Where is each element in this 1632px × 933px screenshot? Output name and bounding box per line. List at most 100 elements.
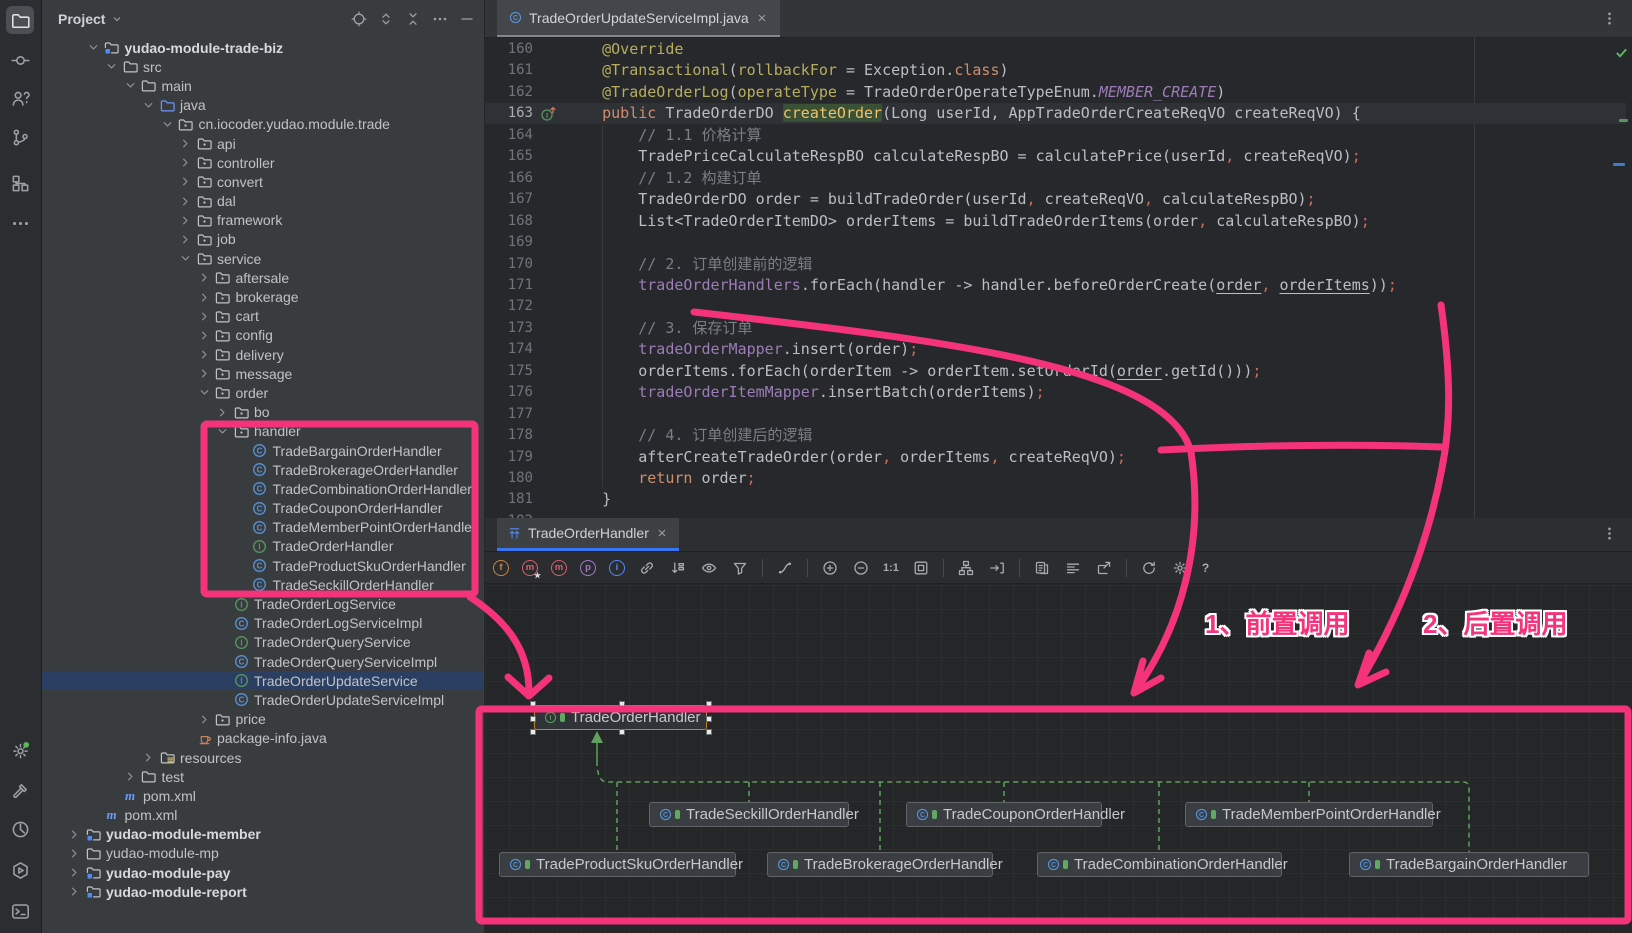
toolbar-filter-button[interactable]: [731, 559, 749, 577]
tree-item-bo[interactable]: bo: [42, 403, 484, 422]
activity-build-button[interactable]: [6, 776, 34, 804]
chevron-expanded-icon[interactable]: [139, 97, 158, 113]
tree-item-TradeCouponOrderHandler[interactable]: CTradeCouponOrderHandler: [42, 499, 484, 518]
tree-item-TradeBrokerageOrderHandler[interactable]: CTradeBrokerageOrderHandler: [42, 460, 484, 479]
header-collapse-all-button[interactable]: [404, 10, 422, 28]
line-number[interactable]: 164: [485, 125, 533, 146]
activity-settings-button[interactable]: [6, 736, 34, 764]
header-more-button[interactable]: [431, 10, 449, 28]
selection-handle[interactable]: [619, 701, 625, 707]
chevron-collapsed-icon[interactable]: [176, 231, 195, 247]
tree-item-framework[interactable]: framework: [42, 211, 484, 230]
toolbar-show-constructors-button[interactable]: m★: [522, 560, 538, 576]
line-number[interactable]: 171: [485, 275, 533, 296]
toolbar-copy-button[interactable]: [1033, 559, 1051, 577]
tree-item-TradeOrderUpdateService[interactable]: ITradeOrderUpdateService: [42, 671, 484, 690]
chevron-collapsed-icon[interactable]: [195, 327, 214, 343]
selection-handle[interactable]: [530, 729, 536, 735]
tree-item-yudao-module-mp[interactable]: yudao-module-mp: [42, 844, 484, 863]
toolbar-edge-button[interactable]: [776, 559, 794, 577]
chevron-collapsed-icon[interactable]: [176, 212, 195, 228]
line-number[interactable]: 168: [485, 211, 533, 232]
tree-item-TradeOrderQueryService[interactable]: ITradeOrderQueryService: [42, 633, 484, 652]
tree-item-yudao-module-trade-biz[interactable]: yudao-module-trade-biz: [42, 38, 484, 57]
toolbar-show-inner-classes-button[interactable]: i: [609, 560, 625, 576]
tree-item-job[interactable]: job: [42, 230, 484, 249]
tree-item-TradeMemberPointOrderHandler[interactable]: CTradeMemberPointOrderHandler: [42, 518, 484, 537]
diagram-canvas[interactable]: ITradeOrderHandler CTradeSeckillOrderHand…: [485, 585, 1632, 933]
activity-profiler-button[interactable]: [6, 815, 34, 843]
selection-handle[interactable]: [706, 729, 712, 735]
line-number[interactable]: 173: [485, 318, 533, 339]
tree-item-package-info.java[interactable]: package-info.java: [42, 729, 484, 748]
chevron-collapsed-icon[interactable]: [195, 711, 214, 727]
code-area[interactable]: 160 @Override161 @Transactional(rollback…: [485, 37, 1632, 518]
line-number[interactable]: 167: [485, 189, 533, 210]
tree-item-controller[interactable]: controller: [42, 153, 484, 172]
toolbar-help-button[interactable]: ?: [1202, 559, 1209, 577]
tree-item-TradeOrderLogServiceImpl[interactable]: CTradeOrderLogServiceImpl: [42, 614, 484, 633]
chevron-collapsed-icon[interactable]: [176, 136, 195, 152]
activity-project-button[interactable]: [6, 6, 34, 34]
toolbar-refresh-button[interactable]: [1140, 559, 1158, 577]
activity-more-button[interactable]: [6, 209, 34, 237]
chevron-collapsed-icon[interactable]: [65, 865, 84, 881]
tree-item-pom.xml[interactable]: mpom.xml: [42, 786, 484, 805]
chevron-collapsed-icon[interactable]: [176, 174, 195, 190]
diagram-node-TradeSeckillOrderHandler[interactable]: CTradeSeckillOrderHandler: [649, 802, 849, 827]
toolbar-apply-button[interactable]: [988, 559, 1006, 577]
tree-item-price[interactable]: price: [42, 710, 484, 729]
line-number[interactable]: 182: [485, 511, 533, 518]
diagram-node-TradeBargainOrderHandler[interactable]: CTradeBargainOrderHandler: [1349, 852, 1589, 877]
activity-structure-button[interactable]: [6, 169, 34, 197]
chevron-collapsed-icon[interactable]: [195, 289, 214, 305]
close-icon[interactable]: [656, 527, 668, 539]
tree-item-cart[interactable]: cart: [42, 307, 484, 326]
line-number[interactable]: 179: [485, 447, 533, 468]
toolbar-one-one-button[interactable]: 1:1: [883, 559, 899, 577]
diagram-node-TradeMemberPointOrderHandler[interactable]: CTradeMemberPointOrderHandler: [1185, 802, 1433, 827]
diagram-tab[interactable]: TradeOrderHandler: [497, 518, 679, 551]
tree-item-api[interactable]: api: [42, 134, 484, 153]
toolbar-zoom-in-button[interactable]: [821, 559, 839, 577]
chevron-collapsed-icon[interactable]: [195, 366, 214, 382]
line-number[interactable]: 166: [485, 168, 533, 189]
chevron-collapsed-icon[interactable]: [195, 347, 214, 363]
toolbar-show-fields-button[interactable]: f: [493, 560, 509, 576]
chevron-collapsed-icon[interactable]: [65, 845, 84, 861]
diagram-node-TradeCouponOrderHandler[interactable]: CTradeCouponOrderHandler: [906, 802, 1102, 827]
header-hide-button[interactable]: [458, 10, 476, 28]
toolbar-org-button[interactable]: [957, 559, 975, 577]
toolbar-sort-button[interactable]: [669, 559, 687, 577]
tree-item-TradeOrderHandler[interactable]: ITradeOrderHandler: [42, 537, 484, 556]
toolbar-gear-button[interactable]: [1171, 559, 1189, 577]
diagram-node-TradeOrderHandler[interactable]: ITradeOrderHandler: [534, 705, 707, 730]
toolbar-zoom-out-button[interactable]: [852, 559, 870, 577]
chevron-down-icon[interactable]: [111, 13, 123, 25]
chevron-collapsed-icon[interactable]: [195, 270, 214, 286]
line-number[interactable]: 174: [485, 339, 533, 360]
project-title[interactable]: Project: [58, 11, 105, 27]
tree-item-yudao-module-member[interactable]: yudao-module-member: [42, 825, 484, 844]
tree-item-config[interactable]: config: [42, 326, 484, 345]
selection-handle[interactable]: [706, 716, 712, 722]
chevron-expanded-icon[interactable]: [84, 40, 103, 56]
tree-item-src[interactable]: src: [42, 57, 484, 76]
selection-handle[interactable]: [530, 716, 536, 722]
tree-item-TradeCombinationOrderHandler[interactable]: CTradeCombinationOrderHandler: [42, 479, 484, 498]
chevron-collapsed-icon[interactable]: [176, 155, 195, 171]
kebab-menu-icon[interactable]: [1600, 9, 1618, 27]
chevron-collapsed-icon[interactable]: [176, 193, 195, 209]
toolbar-eye-button[interactable]: [700, 559, 718, 577]
line-number[interactable]: 165: [485, 146, 533, 167]
chevron-expanded-icon[interactable]: [213, 423, 232, 439]
tree-item-dal[interactable]: dal: [42, 192, 484, 211]
tree-item-TradeOrderUpdateServiceImpl[interactable]: CTradeOrderUpdateServiceImpl: [42, 690, 484, 709]
toolbar-show-methods-button[interactable]: m: [551, 560, 567, 576]
line-number[interactable]: 162: [485, 82, 533, 103]
tree-item-TradeProductSkuOrderHandler[interactable]: CTradeProductSkuOrderHandler: [42, 556, 484, 575]
activity-services-button[interactable]: [6, 856, 34, 884]
tree-item-order[interactable]: order: [42, 383, 484, 402]
chevron-collapsed-icon[interactable]: [65, 826, 84, 842]
header-locate-button[interactable]: [350, 10, 368, 28]
